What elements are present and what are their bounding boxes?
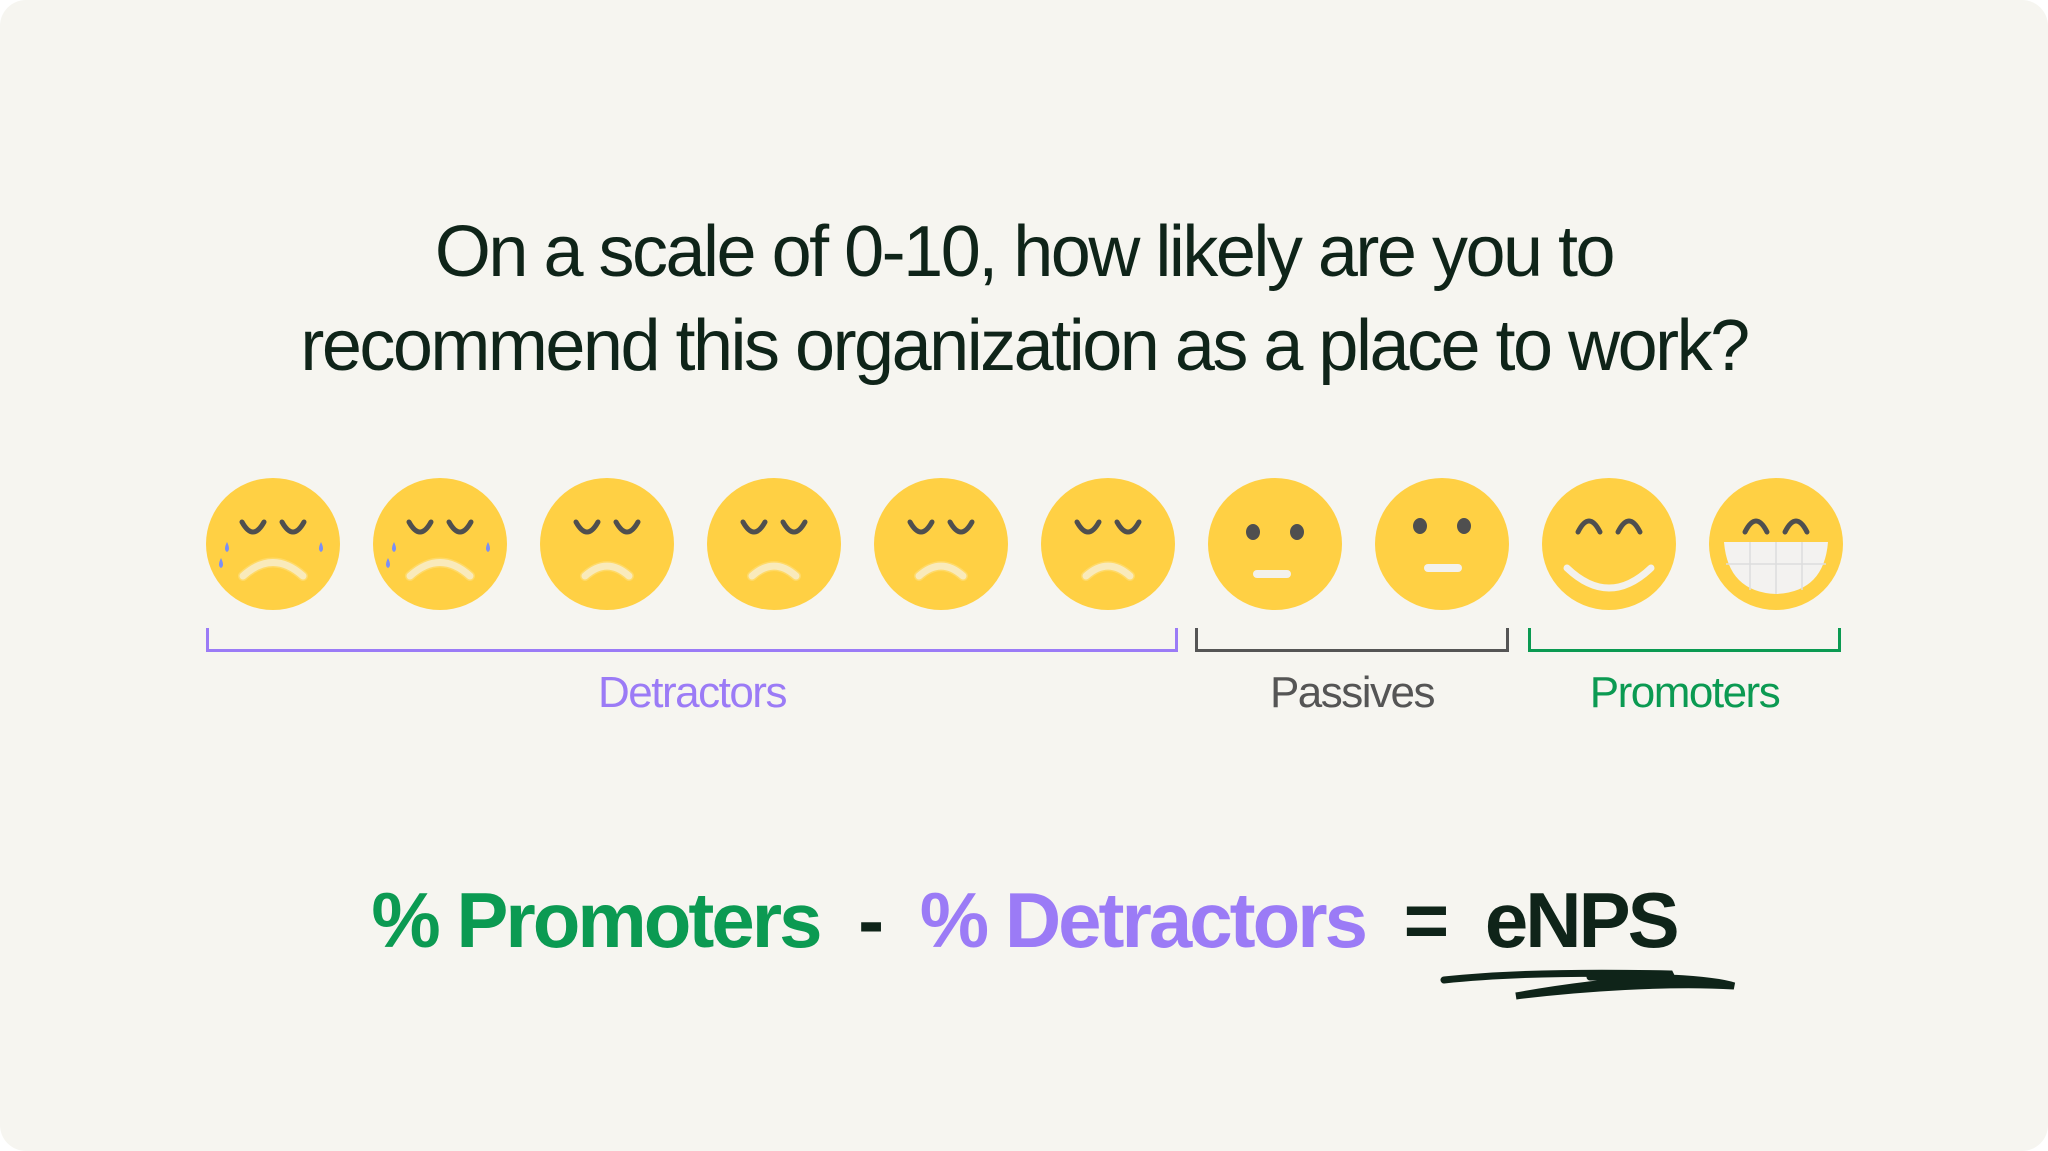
passives-label: Passives [1269, 668, 1436, 717]
neutral-face-icon-7 [1374, 476, 1510, 612]
neutral-face-icon-6 [1207, 476, 1343, 612]
rating-scale [205, 476, 1845, 612]
question-title: On a scale of 0-10, how likely are you t… [0, 205, 2048, 393]
promoters-label: Promoters [1589, 668, 1781, 717]
sad-face-icon-2 [539, 476, 675, 612]
question-line-1: On a scale of 0-10, how likely are you t… [434, 212, 1616, 292]
formula-minus: - [858, 876, 884, 964]
formula-detractors: % Detractors [919, 876, 1368, 964]
formula-result: eNPS [1484, 876, 1680, 964]
smiling-face-icon-8 [1541, 476, 1677, 612]
formula-promoters: % Promoters [371, 876, 822, 964]
question-line-2: recommend this organization as a place t… [300, 306, 1750, 386]
detractors-label: Detractors [598, 668, 787, 717]
grinning-face-icon-9 [1708, 476, 1844, 612]
detractors-bracket [206, 628, 1178, 652]
crying-face-icon-1 [372, 476, 508, 612]
sad-face-icon-5 [1040, 476, 1176, 612]
promoters-bracket [1528, 628, 1841, 652]
enps-infographic: On a scale of 0-10, how likely are you t… [0, 0, 2048, 1151]
enps-formula: % Promoters - % Detractors = eNPS [0, 875, 2048, 966]
sad-face-icon-4 [873, 476, 1009, 612]
sad-face-icon-3 [706, 476, 842, 612]
underline-swoosh [1440, 969, 1736, 1000]
passives-bracket [1195, 628, 1509, 652]
formula-equals: = [1403, 876, 1450, 964]
crying-face-icon-0 [205, 476, 341, 612]
